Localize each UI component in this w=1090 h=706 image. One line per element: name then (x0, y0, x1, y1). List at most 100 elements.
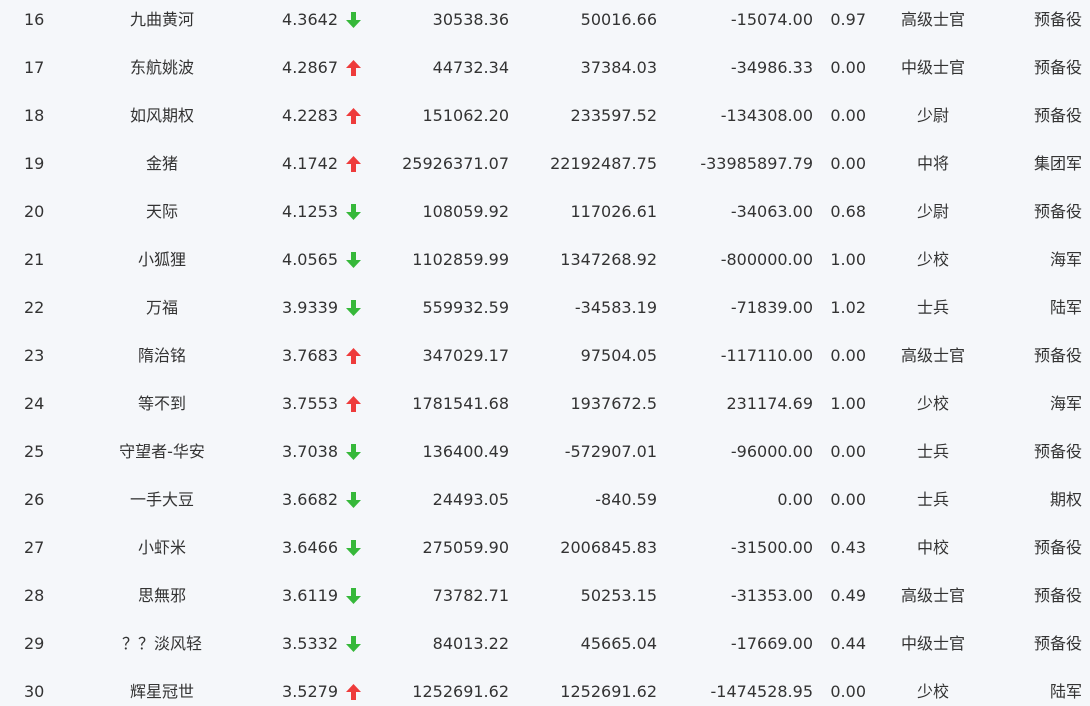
rank-cell: 18 (24, 106, 45, 125)
rank-cell: 25 (24, 442, 45, 461)
value-1-cell: 108059.92 (422, 202, 509, 221)
name-cell: 小虾米 (137, 538, 186, 557)
value-1-cell: 44732.34 (432, 58, 509, 77)
name-cell: 思無邪 (137, 586, 186, 605)
value-1-cell: 151062.20 (422, 106, 509, 125)
value-2-cell: 50253.15 (580, 586, 657, 605)
rank-cell: 28 (24, 586, 45, 605)
arrow-down-icon (346, 576, 362, 616)
rank-cell: 30 (24, 682, 45, 701)
value-3-cell: -96000.00 (730, 442, 813, 461)
category-cell: 预备役 (1033, 538, 1082, 557)
level-cell: 士兵 (916, 298, 949, 317)
table-row: 17 东航姚波 4.2867 44732.34 37384.03 -34986.33 0.0… (0, 48, 1090, 96)
name-cell: 等不到 (137, 394, 186, 413)
score-cell: 4.2283 (282, 106, 338, 125)
value-4-cell: 0.44 (830, 634, 866, 653)
rank-cell: 27 (24, 538, 45, 557)
value-3-cell: -800000.00 (720, 250, 813, 269)
value-2-cell: 1347268.92 (560, 250, 657, 269)
table-row: 22 万福 3.9339 559932.59 -34583.19 -71839.00 1.0… (0, 288, 1090, 336)
score-cell: 3.7038 (282, 442, 338, 461)
category-cell: 海军 (1049, 250, 1082, 269)
category-cell: 期权 (1049, 490, 1082, 509)
score-cell: 4.0565 (282, 250, 338, 269)
value-3-cell: -33985897.79 (700, 154, 813, 173)
name-cell: 万福 (145, 298, 178, 317)
value-3-cell: -31353.00 (730, 586, 813, 605)
name-cell: 九曲黄河 (129, 10, 194, 29)
category-cell: 预备役 (1033, 58, 1082, 77)
arrow-down-icon (346, 240, 362, 280)
table-row: 27 小虾米 3.6466 275059.90 2006845.83 -31500.00 0… (0, 528, 1090, 576)
table-row: 28 思無邪 3.6119 73782.71 50253.15 -31353.00 0.49… (0, 576, 1090, 624)
name-cell: 金猪 (145, 154, 178, 173)
value-3-cell: -1474528.95 (710, 682, 813, 701)
value-4-cell: 0.49 (830, 586, 866, 605)
rank-cell: 29 (24, 634, 45, 653)
name-cell: 小狐狸 (137, 250, 186, 269)
value-3-cell: 231174.69 (726, 394, 813, 413)
score-cell: 4.3642 (282, 10, 338, 29)
rank-cell: 17 (24, 58, 45, 77)
score-cell: 3.7683 (282, 346, 338, 365)
category-cell: 预备役 (1033, 346, 1082, 365)
level-cell: 少尉 (916, 106, 949, 125)
category-cell: 预备役 (1033, 586, 1082, 605)
rank-cell: 20 (24, 202, 45, 221)
value-1-cell: 84013.22 (432, 634, 509, 653)
name-cell: 隋治铭 (137, 346, 186, 365)
value-4-cell: 0.97 (830, 10, 866, 29)
value-4-cell: 0.68 (830, 202, 866, 221)
rank-cell: 24 (24, 394, 45, 413)
value-1-cell: 1252691.62 (412, 682, 509, 701)
level-cell: 少尉 (916, 202, 949, 221)
value-2-cell: 233597.52 (570, 106, 657, 125)
value-1-cell: 559932.59 (422, 298, 509, 317)
table-row: 30 辉星冠世 3.5279 1252691.62 1252691.62 -1474528… (0, 672, 1090, 706)
value-2-cell: -840.59 (595, 490, 657, 509)
category-cell: 集团军 (1033, 154, 1082, 173)
name-cell: 东航姚波 (129, 58, 194, 77)
score-cell: 4.1742 (282, 154, 338, 173)
value-2-cell: 97504.05 (580, 346, 657, 365)
table-row: 18 如风期权 4.2283 151062.20 233597.52 -134308.00… (0, 96, 1090, 144)
name-cell: 守望者-华安 (119, 442, 205, 461)
table-row: 24 等不到 3.7553 1781541.68 1937672.5 231174.69 1… (0, 384, 1090, 432)
name-cell: ？？淡风轻 (121, 634, 202, 653)
category-cell: 陆军 (1049, 682, 1082, 701)
table-row: 21 小狐狸 4.0565 1102859.99 1347268.92 -800000.0… (0, 240, 1090, 288)
value-4-cell: 1.00 (830, 250, 866, 269)
ranking-table: 16 九曲黄河 4.3642 30538.36 50016.66 -15074.00 0.9… (0, 0, 1090, 706)
value-3-cell: -31500.00 (730, 538, 813, 557)
value-3-cell: -134308.00 (720, 106, 813, 125)
level-cell: 少校 (916, 682, 949, 701)
category-cell: 海军 (1049, 394, 1082, 413)
table-row: 29 ？？淡风轻 3.5332 84013.22 45665.04 -17669.00 0.… (0, 624, 1090, 672)
score-cell: 3.6119 (282, 586, 338, 605)
name-cell: 天际 (145, 202, 178, 221)
value-1-cell: 25926371.07 (402, 154, 509, 173)
score-cell: 3.5279 (282, 682, 338, 701)
level-cell: 高级士官 (900, 586, 965, 605)
value-2-cell: 22192487.75 (550, 154, 657, 173)
score-cell: 3.6466 (282, 538, 338, 557)
table-row: 20 天际 4.1253 108059.92 117026.61 -34063.00 0.6… (0, 192, 1090, 240)
arrow-up-icon (346, 384, 362, 424)
value-4-cell: 1.02 (830, 298, 866, 317)
table-row: 19 金猪 4.1742 25926371.07 22192487.75 -3398589… (0, 144, 1090, 192)
score-cell: 3.7553 (282, 394, 338, 413)
value-1-cell: 73782.71 (432, 586, 509, 605)
arrow-down-icon (346, 624, 362, 664)
value-3-cell: -71839.00 (730, 298, 813, 317)
value-4-cell: 0.00 (830, 682, 866, 701)
category-cell: 预备役 (1033, 202, 1082, 221)
rank-cell: 22 (24, 298, 45, 317)
arrow-down-icon (346, 0, 362, 40)
rank-cell: 26 (24, 490, 45, 509)
name-cell: 辉星冠世 (129, 682, 194, 701)
category-cell: 预备役 (1033, 442, 1082, 461)
value-3-cell: -34063.00 (730, 202, 813, 221)
value-4-cell: 0.43 (830, 538, 866, 557)
arrow-up-icon (346, 672, 362, 706)
